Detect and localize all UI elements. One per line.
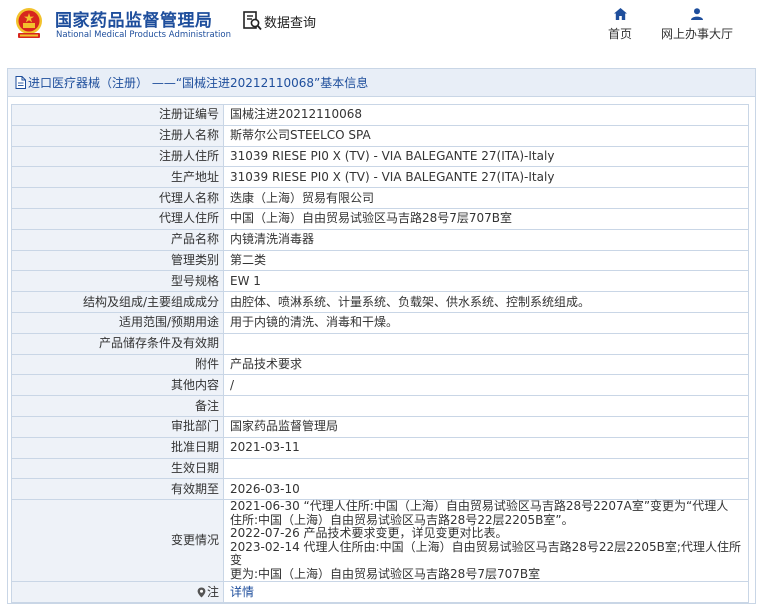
row-value: EW 1 bbox=[223, 270, 749, 293]
row-label: 生产地址 bbox=[11, 166, 224, 189]
table-row: 注册证编号 国械注进20212110068 bbox=[11, 104, 749, 126]
data-query-link[interactable]: 数据查询 bbox=[264, 12, 316, 31]
note-row: 注 详情 bbox=[11, 581, 749, 603]
row-label: 注册人名称 bbox=[11, 124, 224, 147]
note-label: 注 bbox=[206, 584, 219, 599]
table-row: 结构及组成/主要组成成分 由腔体、喷淋系统、计量系统、负载架、供水系统、控制系统组… bbox=[11, 291, 749, 313]
change-line: 2022-07-26 产品技术要求变更，详见变更对比表。 bbox=[230, 526, 508, 541]
detail-panel: 进口医疗器械（注册） ——“国械注进20212110068”基本信息 注册证编号… bbox=[7, 68, 756, 604]
row-label: 适用范围/预期用途 bbox=[11, 311, 224, 334]
location-pin-icon bbox=[197, 587, 206, 598]
table-row: 产品名称 内镜清洗消毒器 bbox=[11, 228, 749, 251]
data-query-icon[interactable] bbox=[243, 11, 262, 31]
row-value: 国家药品监督管理局 bbox=[223, 415, 749, 438]
row-value bbox=[223, 332, 749, 355]
row-label: 其他内容 bbox=[11, 374, 224, 397]
note-value: 详情 bbox=[223, 581, 749, 603]
site-title-cn: 国家药品监督管理局 bbox=[55, 11, 213, 31]
nav-online-label: 网上办事大厅 bbox=[660, 27, 733, 41]
change-line: 2021-06-30 “代理人住所:中国（上海）自由贸易试验区马吉路28号220… bbox=[230, 499, 729, 514]
row-value: 国械注进20212110068 bbox=[223, 104, 749, 126]
table-row: 附件 产品技术要求 bbox=[11, 353, 749, 376]
site-title-en: National Medical Products Administration bbox=[56, 30, 231, 40]
row-label: 注册证编号 bbox=[11, 104, 224, 126]
row-label: 管理类别 bbox=[11, 249, 224, 272]
row-label: 结构及组成/主要组成成分 bbox=[11, 291, 224, 313]
row-value: / bbox=[223, 374, 749, 397]
nav-home-label: 首页 bbox=[607, 27, 632, 41]
table-row: 代理人住所 中国（上海）自由贸易试验区马吉路28号7层707B室 bbox=[11, 207, 749, 230]
table-row: 审批部门 国家药品监督管理局 bbox=[11, 415, 749, 438]
table-row: 注册人住所 31039 RIESE PI0 X (TV) - VIA BALEGA… bbox=[11, 145, 749, 168]
row-value: 31039 RIESE PI0 X (TV) - VIA BALEGANTE 2… bbox=[223, 145, 749, 168]
table-row: 型号规格 EW 1 bbox=[11, 270, 749, 293]
breadcrumb-text: 进口医疗器械（注册） ——“国械注进20212110068”基本信息 bbox=[28, 76, 369, 90]
nav-online-service-hall[interactable]: 网上办事大厅 bbox=[655, 8, 739, 42]
table-row: 代理人名称 迭康（上海）贸易有限公司 bbox=[11, 187, 749, 209]
change-history-label: 变更情况 bbox=[11, 499, 224, 583]
table-row: 适用范围/预期用途 用于内镜的清洗、消毒和干燥。 bbox=[11, 311, 749, 334]
row-label: 注册人住所 bbox=[11, 145, 224, 168]
row-value: 31039 RIESE PI0 X (TV) - VIA BALEGANTE 2… bbox=[223, 166, 749, 189]
details-link[interactable]: 详情 bbox=[230, 585, 254, 599]
row-label: 批准日期 bbox=[11, 436, 224, 459]
row-value bbox=[223, 457, 749, 480]
table-row: 产品储存条件及有效期 bbox=[11, 332, 749, 355]
user-icon bbox=[691, 8, 703, 20]
site-header: 国家药品监督管理局 National Medical Products Admi… bbox=[0, 0, 763, 60]
row-value: 斯蒂尔公司STEELCO SPA bbox=[223, 124, 749, 147]
row-value: 2026-03-10 bbox=[223, 478, 749, 501]
row-label: 备注 bbox=[11, 395, 224, 417]
table-row: 生效日期 bbox=[11, 457, 749, 480]
change-line: 2023-02-14 代理人住所由:中国（上海）自由贸易试验区马吉路28号22层… bbox=[230, 539, 741, 568]
change-history-value: 2021-06-30 “代理人住所:中国（上海）自由贸易试验区马吉路28号220… bbox=[223, 499, 749, 583]
row-label: 有效期至 bbox=[11, 478, 224, 501]
nav-home[interactable]: 首页 bbox=[603, 8, 637, 42]
table-row: 有效期至 2026-03-10 bbox=[11, 478, 749, 501]
row-label: 型号规格 bbox=[11, 270, 224, 293]
change-line: 更为:中国（上海）自由贸易试验区马吉路28号7层707B室 bbox=[230, 566, 541, 581]
home-icon bbox=[613, 8, 627, 20]
row-label: 产品名称 bbox=[11, 228, 224, 251]
change-history-row: 变更情况 2021-06-30 “代理人住所:中国（上海）自由贸易试验区马吉路2… bbox=[11, 499, 749, 583]
row-value: 2021-03-11 bbox=[223, 436, 749, 459]
row-value: 迭康（上海）贸易有限公司 bbox=[223, 187, 749, 209]
table-row: 生产地址 31039 RIESE PI0 X (TV) - VIA BALEGAN… bbox=[11, 166, 749, 189]
row-label: 产品储存条件及有效期 bbox=[11, 332, 224, 355]
table-row: 管理类别 第二类 bbox=[11, 249, 749, 272]
breadcrumb: 进口医疗器械（注册） ——“国械注进20212110068”基本信息 bbox=[8, 69, 755, 97]
note-label-cell: 注 bbox=[11, 581, 224, 603]
row-value: 产品技术要求 bbox=[223, 353, 749, 376]
row-value: 由腔体、喷淋系统、计量系统、负载架、供水系统、控制系统组成。 bbox=[223, 291, 749, 313]
row-label: 附件 bbox=[11, 353, 224, 376]
row-label: 审批部门 bbox=[11, 415, 224, 438]
row-value: 内镜清洗消毒器 bbox=[223, 228, 749, 251]
table-row: 批准日期 2021-03-11 bbox=[11, 436, 749, 459]
row-label: 生效日期 bbox=[11, 457, 224, 480]
table-row: 备注 bbox=[11, 395, 749, 417]
table-row: 其他内容 / bbox=[11, 374, 749, 397]
row-value: 中国（上海）自由贸易试验区马吉路28号7层707B室 bbox=[223, 207, 749, 230]
row-value: 第二类 bbox=[223, 249, 749, 272]
row-label: 代理人名称 bbox=[11, 187, 224, 209]
row-label: 代理人住所 bbox=[11, 207, 224, 230]
row-value: 用于内镜的清洗、消毒和干燥。 bbox=[223, 311, 749, 334]
national-emblem-icon bbox=[16, 8, 42, 38]
document-icon bbox=[15, 76, 26, 89]
row-value bbox=[223, 395, 749, 417]
table-row: 注册人名称 斯蒂尔公司STEELCO SPA bbox=[11, 124, 749, 147]
registration-info-table: 注册证编号 国械注进20212110068 注册人名称 斯蒂尔公司STEELCO S… bbox=[11, 104, 749, 603]
